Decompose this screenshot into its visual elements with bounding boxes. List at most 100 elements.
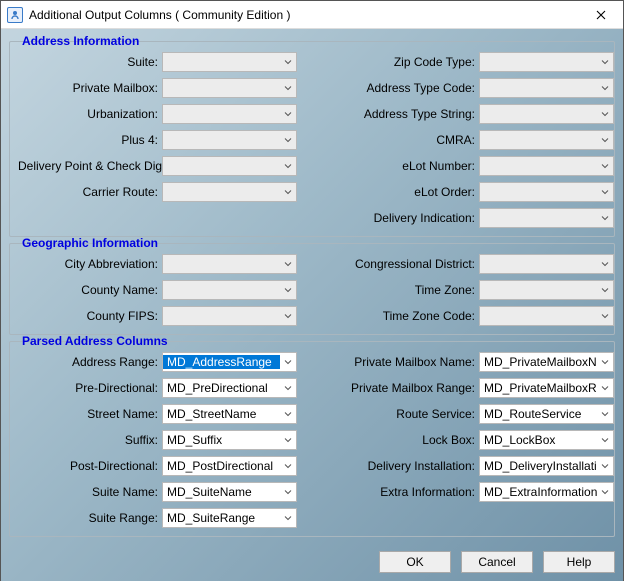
combo-address-range[interactable]: MD_AddressRange [162,352,297,372]
field-label: Congressional District: [335,257,475,271]
combo-city-abbreviation[interactable] [162,254,297,274]
combo-private-mailbox-range[interactable]: MD_PrivateMailboxRange [479,378,614,398]
dialog-buttons: OK Cancel Help [9,541,615,573]
field-label: Delivery Installation: [335,459,475,473]
combo-suite-range[interactable]: MD_SuiteRange [162,508,297,528]
combo-elot-order[interactable] [479,182,614,202]
combo-chevron [597,457,613,475]
group-address-info: Address Information Suite:Zip Code Type:… [9,41,615,237]
field-label: Lock Box: [335,433,475,447]
chevron-down-icon [601,188,609,196]
combo-chevron [280,405,296,423]
field-label: Address Type Code: [335,81,475,95]
field-label: eLot Number: [335,159,475,173]
combo-chevron [597,255,613,273]
combo-route-service[interactable]: MD_RouteService [479,404,614,424]
combo-lock-box[interactable]: MD_LockBox [479,430,614,450]
group-title: Geographic Information [18,236,162,250]
field-label: County Name: [18,283,158,297]
cancel-button[interactable]: Cancel [461,551,533,573]
combo-post-directional[interactable]: MD_PostDirectional [162,456,297,476]
combo-chevron [597,483,613,501]
field-label: Carrier Route: [18,185,158,199]
combo-chevron [280,307,296,325]
combo-chevron [597,379,613,397]
help-button[interactable]: Help [543,551,615,573]
group-title: Parsed Address Columns [18,334,172,348]
field-label: Private Mailbox Name: [335,355,475,369]
combo-private-mailbox-name[interactable]: MD_PrivateMailboxName [479,352,614,372]
combo-county-name[interactable] [162,280,297,300]
field-label: Plus 4: [18,133,158,147]
chevron-down-icon [601,462,609,470]
combo-suite[interactable] [162,52,297,72]
chevron-down-icon [284,410,292,418]
chevron-down-icon [601,110,609,118]
combo-chevron [280,483,296,501]
chevron-down-icon [284,358,292,366]
combo-street-name[interactable]: MD_StreetName [162,404,297,424]
combo-value: MD_LockBox [480,433,597,447]
combo-extra-information[interactable]: MD_ExtraInformation [479,482,614,502]
chevron-down-icon [601,260,609,268]
chevron-down-icon [601,136,609,144]
chevron-down-icon [284,514,292,522]
field-label: Street Name: [18,407,158,421]
combo-congressional-district[interactable] [479,254,614,274]
chevron-down-icon [601,214,609,222]
combo-urbanization[interactable] [162,104,297,124]
combo-chevron [597,79,613,97]
combo-time-zone-code[interactable] [479,306,614,326]
combo-delivery-installation[interactable]: MD_DeliveryInstallation [479,456,614,476]
combo-value: MD_PostDirectional [163,459,280,473]
field-label: Pre-Directional: [18,381,158,395]
combo-pre-directional[interactable]: MD_PreDirectional [162,378,297,398]
chevron-down-icon [601,312,609,320]
combo-chevron [597,405,613,423]
field-label: Suffix: [18,433,158,447]
combo-address-type-code[interactable] [479,78,614,98]
combo-value: MD_RouteService [480,407,597,421]
combo-carrier-route[interactable] [162,182,297,202]
app-icon [7,7,23,23]
combo-delivery-indication[interactable] [479,208,614,228]
combo-value: MD_ExtraInformation [480,485,597,499]
chevron-down-icon [284,136,292,144]
combo-zip-code-type[interactable] [479,52,614,72]
combo-suffix[interactable]: MD_Suffix [162,430,297,450]
combo-value: MD_StreetName [163,407,280,421]
combo-chevron [597,307,613,325]
title-bar: Additional Output Columns ( Community Ed… [1,1,623,29]
combo-chevron [280,281,296,299]
combo-private-mailbox[interactable] [162,78,297,98]
chevron-down-icon [601,410,609,418]
combo-chevron [597,105,613,123]
combo-cmra[interactable] [479,130,614,150]
combo-value: MD_PreDirectional [163,381,280,395]
field-label: Time Zone: [335,283,475,297]
combo-time-zone[interactable] [479,280,614,300]
combo-chevron [597,183,613,201]
combo-suite-name[interactable]: MD_SuiteName [162,482,297,502]
combo-chevron [597,157,613,175]
chevron-down-icon [284,488,292,496]
combo-chevron [280,379,296,397]
chevron-down-icon [601,286,609,294]
combo-elot-number[interactable] [479,156,614,176]
combo-plus-4[interactable] [162,130,297,150]
combo-delivery-point-&-check-digit[interactable] [162,156,297,176]
ok-button[interactable]: OK [379,551,451,573]
field-label: Post-Directional: [18,459,158,473]
close-button[interactable] [579,1,623,29]
chevron-down-icon [284,462,292,470]
chevron-down-icon [284,162,292,170]
field-label: Delivery Point & Check Digit: [18,159,158,173]
combo-chevron [597,353,613,371]
client-area: Address Information Suite:Zip Code Type:… [1,29,623,581]
combo-chevron [280,53,296,71]
chevron-down-icon [601,384,609,392]
combo-chevron [280,457,296,475]
combo-county-fips[interactable] [162,306,297,326]
combo-address-type-string[interactable] [479,104,614,124]
field-label: Suite Range: [18,511,158,525]
